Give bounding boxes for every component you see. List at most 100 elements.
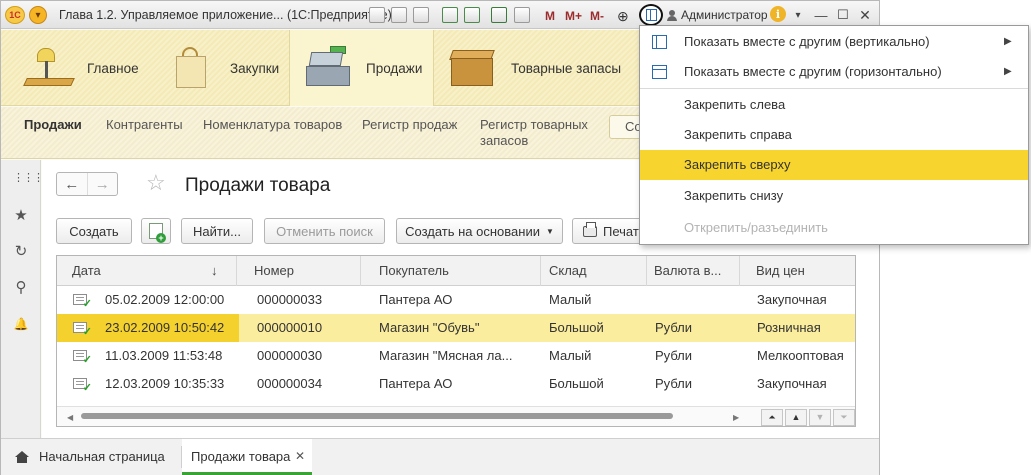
nav-item-goods[interactable]: Номенклатура товаров <box>203 117 342 133</box>
section-label: Товарные запасы <box>511 60 622 76</box>
menu-item-show-vertical[interactable]: Показать вместе с другим (вертикально) ▶ <box>640 27 1028 57</box>
go-last-button[interactable]: ⏷ <box>833 409 855 426</box>
export-icon[interactable] <box>464 5 480 25</box>
create-button[interactable]: Создать <box>56 218 132 244</box>
minimize-icon[interactable]: — <box>813 5 829 25</box>
calculator-icon[interactable] <box>514 5 530 25</box>
section-main[interactable]: Главное <box>23 35 139 101</box>
find-button[interactable]: Найти... <box>181 218 253 244</box>
cell-warehouse: Малый <box>549 292 592 307</box>
create-based-on-button[interactable]: Создать на основании ▼ <box>396 218 563 244</box>
menu-item-unpin[interactable]: Открепить/разъединить <box>640 213 1028 243</box>
main-menu-button[interactable]: ▾ <box>29 6 47 24</box>
table-row[interactable]: 12.03.2009 10:35:33 000000034 Пантера АО… <box>57 370 855 398</box>
import-icon[interactable] <box>442 5 458 25</box>
apps-grid-icon[interactable]: ⋮⋮⋮ <box>13 170 44 186</box>
scroll-right-icon[interactable]: ▶ <box>733 413 739 422</box>
table-row[interactable]: 11.03.2009 11:53:48 000000030 Магазин "М… <box>57 342 855 370</box>
go-up-button[interactable]: ▲ <box>785 409 807 426</box>
close-icon[interactable]: ✕ <box>857 5 873 25</box>
favorite-star-icon[interactable]: ☆ <box>146 172 166 194</box>
split-vertical-icon <box>652 35 667 49</box>
bell-icon[interactable]: 🔔 <box>13 316 29 332</box>
print-icon[interactable] <box>391 5 407 25</box>
copy-button[interactable] <box>141 218 171 244</box>
logo-1c-icon[interactable]: 1С <box>5 6 25 24</box>
section-label: Продажи <box>366 60 423 76</box>
cell-warehouse: Малый <box>549 348 592 363</box>
dropdown-arrow-icon: ▼ <box>545 226 554 236</box>
menu-item-pin-top[interactable]: Закрепить сверху <box>640 150 1028 180</box>
documents-table: Дата ↓ Номер Покупатель Склад Валюта в..… <box>56 255 856 427</box>
go-down-button[interactable]: ▼ <box>809 409 831 426</box>
zoom-icon[interactable]: ⊕ <box>617 6 629 26</box>
preview-icon[interactable] <box>413 5 429 25</box>
cell-price-type: Розничная <box>757 320 821 335</box>
search-icon[interactable]: ⚲ <box>13 280 29 296</box>
save-icon[interactable] <box>369 5 385 25</box>
tab-sales-goods[interactable]: Продажи товара ✕ <box>182 439 312 475</box>
memory-plus-button[interactable]: M+ <box>565 6 582 26</box>
tab-label: Продажи товара <box>191 449 291 464</box>
nav-item-sales-register[interactable]: Регистр продаж <box>362 117 457 133</box>
column-price-type[interactable]: Вид цен <box>740 256 855 286</box>
menu-item-pin-right[interactable]: Закрепить справа <box>640 120 1028 150</box>
cell-currency <box>647 286 740 314</box>
posted-document-icon <box>73 322 92 338</box>
forward-button[interactable]: → <box>86 173 118 195</box>
home-page-tab[interactable]: Начальная страница <box>15 449 165 464</box>
menu-divider <box>640 88 1028 89</box>
info-icon[interactable]: i <box>770 6 786 22</box>
cash-register-icon <box>302 44 354 92</box>
column-date[interactable]: Дата <box>57 256 237 286</box>
tools-panel: ⋮⋮⋮ ★ ↻ ⚲ 🔔 <box>1 160 44 438</box>
table-row-selected[interactable]: 23.02.2009 10:50:42 000000010 Магазин "О… <box>57 314 855 342</box>
create-based-on-label: Создать на основании <box>405 223 540 239</box>
section-inventory[interactable]: Товарные запасы <box>447 35 621 101</box>
nav-item-counterparties[interactable]: Контрагенты <box>106 117 183 133</box>
split-horizontal-icon <box>652 65 667 79</box>
user-menu[interactable]: Администратор <box>667 6 768 24</box>
calendar-icon[interactable] <box>491 5 507 25</box>
close-tab-icon[interactable]: ✕ <box>295 449 305 463</box>
nav-item-stock-register[interactable]: Регистр товарных запасов <box>480 117 588 149</box>
back-button[interactable]: ← <box>57 173 87 195</box>
horizontal-scrollbar[interactable]: ◀ ▶ ⏶ ▲ ▼ ⏷ <box>57 406 855 426</box>
cell-price-type: Закупочная <box>757 376 827 391</box>
desk-icon <box>23 44 75 92</box>
menu-item-show-horizontal[interactable]: Показать вместе с другим (горизонтально)… <box>640 57 1028 87</box>
section-sales[interactable]: Продажи <box>289 30 434 106</box>
cell-date: 12.03.2009 10:35:33 <box>105 376 225 391</box>
menu-item-label: Показать вместе с другим (вертикально) <box>684 34 930 49</box>
column-number[interactable]: Номер <box>237 256 361 286</box>
submenu-arrow-icon: ▶ <box>1004 36 1012 47</box>
cell-number: 000000033 <box>257 292 323 307</box>
star-icon[interactable]: ★ <box>13 208 29 224</box>
history-navigation: ← → <box>56 172 118 196</box>
window-layout-menu: Показать вместе с другим (вертикально) ▶… <box>639 25 1029 245</box>
cell-date: 11.03.2009 11:53:48 <box>105 348 223 363</box>
section-purchases[interactable]: Закупки <box>166 35 279 101</box>
chevron-down-icon[interactable]: ▾ <box>790 5 806 25</box>
cancel-search-button[interactable]: Отменить поиск <box>264 218 385 244</box>
history-icon[interactable]: ↻ <box>13 244 29 260</box>
printer-icon <box>583 221 597 237</box>
column-warehouse[interactable]: Склад <box>541 256 647 286</box>
menu-item-pin-left[interactable]: Закрепить слева <box>640 90 1028 120</box>
column-buyer[interactable]: Покупатель <box>361 256 541 286</box>
scroll-left-icon[interactable]: ◀ <box>67 413 73 422</box>
open-windows-bar: Начальная страница Продажи товара ✕ <box>1 438 879 475</box>
cell-number: 000000010 <box>257 320 323 335</box>
submenu-arrow-icon: ▶ <box>1004 66 1012 77</box>
maximize-icon[interactable]: ☐ <box>835 5 851 25</box>
table-row[interactable]: 05.02.2009 12:00:00 000000033 Пантера АО… <box>57 286 855 314</box>
menu-item-pin-bottom[interactable]: Закрепить снизу <box>640 181 1028 211</box>
column-currency[interactable]: Валюта в... <box>647 256 740 286</box>
cell-warehouse: Большой <box>549 320 604 335</box>
memory-m-button[interactable]: M <box>545 6 555 26</box>
memory-minus-button[interactable]: M- <box>590 6 604 26</box>
nav-item-sales[interactable]: Продажи <box>24 117 82 133</box>
split-window-button[interactable] <box>639 4 663 26</box>
scrollbar-thumb[interactable] <box>81 413 673 419</box>
go-first-button[interactable]: ⏶ <box>761 409 783 426</box>
